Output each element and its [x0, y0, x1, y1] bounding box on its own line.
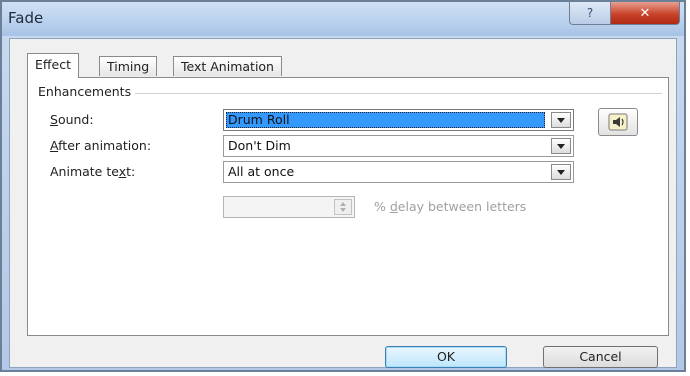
- delay-label-rest: elay between letters: [397, 199, 527, 214]
- enhancements-group-title: Enhancements: [38, 84, 136, 99]
- title-bar[interactable]: Fade ? ✕: [2, 2, 684, 36]
- close-icon: ✕: [639, 5, 651, 21]
- effect-tab-panel: Enhancements Sound: Drum Roll After anim…: [27, 77, 669, 336]
- chevron-down-icon: [557, 143, 565, 149]
- after-animation-dropdown[interactable]: Don't Dim: [223, 135, 574, 157]
- window-title: Fade: [8, 9, 44, 27]
- play-sound-button[interactable]: [598, 108, 638, 136]
- animate-text-label-start: Animate te: [50, 164, 119, 179]
- dialog-client-area: Effect Timing Text Animation Enhancement…: [9, 38, 677, 368]
- sound-label-accel: S: [50, 112, 58, 127]
- sound-label: Sound:: [50, 112, 94, 127]
- animate-text-label: Animate text:: [50, 164, 135, 179]
- sound-value: Drum Roll: [228, 112, 290, 127]
- animate-text-dropdown[interactable]: All at once: [223, 161, 574, 183]
- chevron-down-icon: [557, 169, 565, 175]
- delay-label-start: %: [374, 199, 390, 214]
- tab-text-animation[interactable]: Text Animation: [173, 56, 282, 76]
- tab-effect[interactable]: Effect: [27, 53, 79, 78]
- after-animation-label-rest: fter animation:: [58, 138, 152, 153]
- tab-text-animation-label: Text Animation: [181, 59, 274, 74]
- ok-button[interactable]: OK: [385, 346, 507, 368]
- after-animation-label: After animation:: [50, 138, 151, 153]
- delay-spinner[interactable]: [223, 196, 355, 218]
- after-animation-dropdown-arrow[interactable]: [551, 138, 571, 154]
- animate-text-value: All at once: [228, 164, 295, 179]
- sound-dropdown-arrow[interactable]: [551, 112, 571, 128]
- chevron-down-icon: [340, 208, 346, 212]
- chevron-down-icon: [557, 117, 565, 123]
- delay-label-accel: d: [389, 199, 398, 214]
- after-animation-label-accel: A: [50, 138, 59, 153]
- delay-spinner-buttons[interactable]: [334, 199, 352, 215]
- tab-effect-label: Effect: [35, 57, 71, 72]
- speaker-icon: [608, 113, 628, 131]
- tab-timing[interactable]: Timing: [99, 56, 158, 76]
- after-animation-value: Don't Dim: [228, 138, 291, 153]
- help-icon: ?: [586, 6, 594, 20]
- delay-between-letters-label: % delay between letters: [374, 199, 526, 214]
- close-button[interactable]: ✕: [610, 2, 680, 25]
- dialog-window: Fade ? ✕ Effect Timing Text Animation En…: [0, 0, 686, 372]
- chevron-up-icon: [340, 202, 346, 206]
- animate-text-dropdown-arrow[interactable]: [551, 164, 571, 180]
- help-button[interactable]: ?: [569, 2, 611, 25]
- sound-label-rest: ound:: [57, 112, 94, 127]
- cancel-button[interactable]: Cancel: [543, 346, 658, 368]
- tab-timing-label: Timing: [107, 59, 150, 74]
- sound-dropdown[interactable]: Drum Roll: [223, 109, 574, 131]
- animate-text-label-rest: t:: [126, 164, 136, 179]
